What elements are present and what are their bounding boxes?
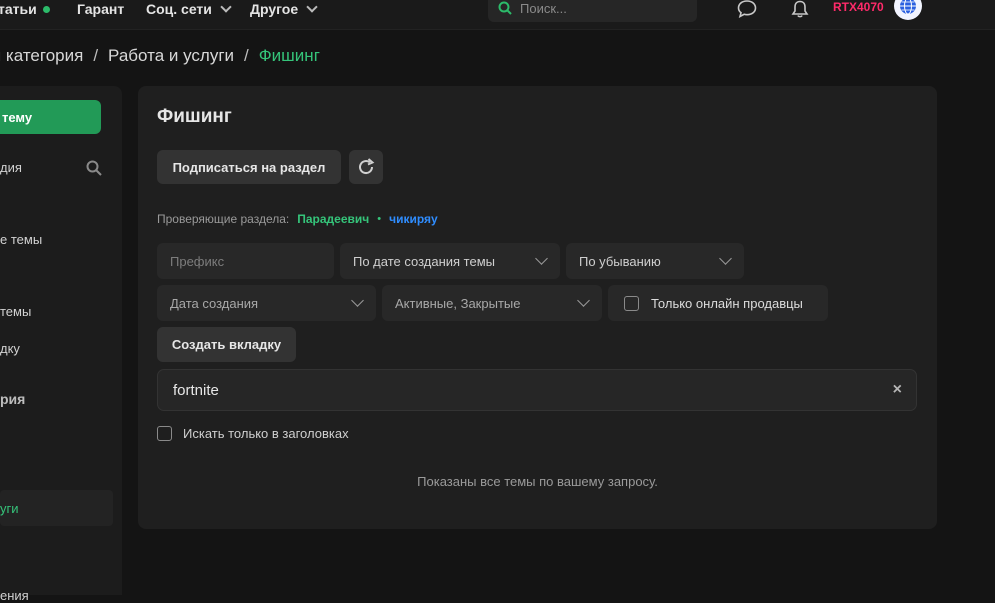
- titles-only-label: Искать только в заголовках: [183, 426, 349, 441]
- create-thread-button[interactable]: тему: [0, 100, 101, 134]
- nav-item-social[interactable]: Соц. сети: [146, 0, 232, 18]
- sort-by-value: По дате создания темы: [353, 253, 495, 269]
- search-input[interactable]: Поиск...: [488, 0, 697, 22]
- sidebar: тему дия е темы темы дку рия уги ения: [0, 86, 122, 603]
- prefix-placeholder: Префикс: [170, 253, 225, 269]
- sidebar-item-label: е темы: [0, 232, 43, 247]
- nav-item-label: Гарант: [77, 1, 125, 17]
- subscribe-button[interactable]: Подписаться на раздел: [157, 150, 341, 184]
- section-reviewers: Проверяющие раздела: Парадеевич • чикиря…: [157, 212, 438, 226]
- titles-only-option[interactable]: Искать только в заголовках: [157, 426, 349, 441]
- nav-item-articles[interactable]: татьи: [0, 0, 50, 18]
- sidebar-item-label: ения: [0, 588, 29, 603]
- create-thread-label: тему: [2, 109, 33, 125]
- create-tab-button[interactable]: Создать вкладку: [157, 327, 296, 362]
- sidebar-heading-category: рия: [0, 391, 25, 407]
- search-result-message: Показаны все темы по вашему запросу.: [417, 474, 658, 489]
- chevron-down-icon: [220, 0, 232, 13]
- reviewer-separator: •: [377, 213, 382, 225]
- nav-item-label: Соц. сети: [146, 1, 212, 17]
- bell-icon[interactable]: [790, 0, 810, 18]
- breadcrumb-item-current[interactable]: Фишинг: [259, 46, 320, 66]
- sidebar-item-search[interactable]: дия: [0, 160, 22, 175]
- top-navigation: татьи Гарант Соц. сети Другое Поиск... R…: [0, 0, 995, 30]
- online-sellers-label: Только онлайн продавцы: [651, 295, 803, 311]
- prefix-select[interactable]: Префикс: [157, 243, 334, 279]
- chat-bubble-icon[interactable]: [737, 0, 757, 18]
- username-link[interactable]: RTX4070: [833, 0, 884, 14]
- close-icon[interactable]: ×: [893, 381, 902, 399]
- breadcrumb-item-category[interactable]: я категория: [0, 46, 83, 66]
- sort-by-select[interactable]: По дате создания темы: [340, 243, 560, 279]
- refresh-icon: [359, 158, 375, 175]
- online-sellers-checkbox[interactable]: [624, 295, 639, 311]
- breadcrumb-item-work[interactable]: Работа и услуги: [108, 46, 234, 66]
- forum-panel: Фишинг Подписаться на раздел Проверяющие…: [138, 86, 937, 529]
- order-value: По убыванию: [579, 253, 661, 269]
- nav-item-guarantor[interactable]: Гарант: [77, 0, 124, 18]
- search-icon: [498, 1, 512, 15]
- nav-item-label: татьи: [0, 1, 37, 17]
- thread-search-input[interactable]: fortnite ×: [157, 369, 917, 411]
- sidebar-item-tabs[interactable]: дку: [0, 341, 20, 356]
- order-select[interactable]: По убыванию: [566, 243, 744, 279]
- globe-icon: [900, 0, 916, 15]
- chevron-down-icon: [719, 252, 732, 265]
- breadcrumb-separator: /: [244, 46, 249, 65]
- online-sellers-toggle[interactable]: Только онлайн продавцы: [608, 285, 828, 321]
- avatar[interactable]: [894, 0, 922, 20]
- breadcrumb: я категория / Работа и услуги / Фишинг: [0, 46, 320, 66]
- sidebar-item-label: дия: [0, 160, 22, 175]
- nav-item-label: Другое: [250, 1, 299, 17]
- status-select[interactable]: Активные, Закрытые: [382, 285, 602, 321]
- chevron-down-icon: [306, 0, 318, 13]
- date-created-select[interactable]: Дата создания: [157, 285, 376, 321]
- reviewer-link[interactable]: чикиряу: [389, 212, 438, 226]
- sidebar-item-my-threads[interactable]: темы: [0, 304, 31, 319]
- reviewers-label: Проверяющие раздела:: [157, 212, 290, 226]
- chevron-down-icon: [577, 294, 590, 307]
- sidebar-item-more[interactable]: ения: [0, 588, 29, 603]
- sidebar-item-label: уги: [0, 501, 19, 516]
- search-placeholder: Поиск...: [520, 0, 567, 16]
- sidebar-heading-label: рия: [0, 391, 26, 407]
- subscribe-label: Подписаться на раздел: [172, 159, 326, 175]
- status-value: Активные, Закрытые: [395, 295, 521, 311]
- search-query: fortnite: [173, 381, 219, 399]
- sidebar-item-new-threads[interactable]: е темы: [0, 232, 42, 247]
- sidebar-item-services[interactable]: уги: [0, 501, 19, 516]
- status-dot: [42, 5, 50, 13]
- sidebar-item-label: темы: [0, 304, 32, 319]
- refresh-button[interactable]: [349, 150, 383, 184]
- chevron-down-icon: [351, 294, 364, 307]
- sidebar-item-label: дку: [0, 341, 20, 356]
- titles-only-checkbox[interactable]: [157, 426, 172, 441]
- create-tab-label: Создать вкладку: [171, 337, 282, 352]
- nav-item-other[interactable]: Другое: [250, 0, 318, 18]
- page-title: Фишинг: [157, 106, 232, 127]
- reviewer-link[interactable]: Парадеевич: [297, 212, 369, 226]
- breadcrumb-separator: /: [93, 46, 99, 65]
- date-created-value: Дата создания: [170, 295, 259, 311]
- chevron-down-icon: [535, 252, 548, 265]
- search-icon[interactable]: [86, 160, 102, 176]
